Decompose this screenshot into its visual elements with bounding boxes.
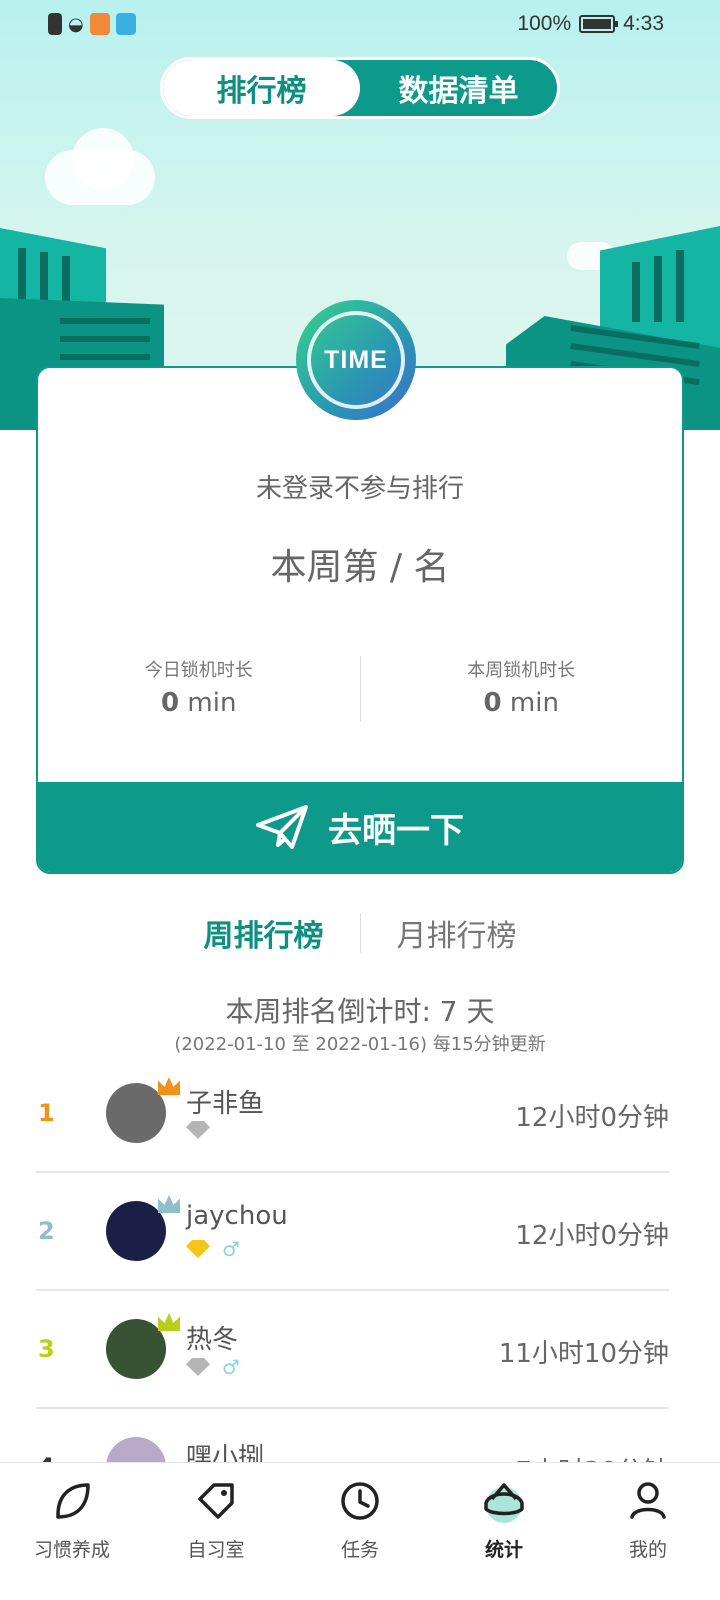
tag-icon xyxy=(198,1483,234,1519)
clock-icon xyxy=(341,1482,379,1520)
tab-monthly-ranking[interactable]: 月排行榜 xyxy=(361,911,553,955)
diamond-icon xyxy=(186,1240,210,1258)
avatar[interactable] xyxy=(106,1083,166,1143)
username: 子非鱼 xyxy=(186,1089,265,1119)
status-bar: ◒ 100% 4:33 xyxy=(0,0,720,48)
tab-label: 自习室 xyxy=(187,1539,245,1561)
lock-duration: 11小时10分钟 xyxy=(498,1339,669,1369)
stats-icon xyxy=(484,1483,524,1523)
rank-number: 3 xyxy=(38,1335,55,1363)
user-badges: ♂ xyxy=(186,1121,210,1139)
wifi-icon: ◒ xyxy=(68,13,84,35)
tab-clock[interactable]: 任务 xyxy=(288,1463,432,1600)
tab-tag[interactable]: 自习室 xyxy=(144,1463,288,1600)
crown-icon xyxy=(158,1077,180,1095)
today-stat: 今日锁机时长 0 min xyxy=(38,656,360,722)
lock-duration: 12小时0分钟 xyxy=(515,1103,669,1133)
tab-label: 统计 xyxy=(484,1539,523,1561)
cloud-left-top xyxy=(72,128,134,190)
view-toggle: 排行榜 数据清单 xyxy=(160,57,560,119)
week-stat: 本周锁机时长 0 min xyxy=(361,656,683,722)
avatar[interactable] xyxy=(106,1319,166,1379)
leaderboard-row[interactable]: 3 热冬 ♂ 11小时10分钟 xyxy=(36,1291,669,1409)
battery-percent: 100% xyxy=(517,12,572,35)
health-app-icon xyxy=(89,13,110,35)
leaderboard-row[interactable]: 1 子非鱼 ♂ 12小时0分钟 xyxy=(36,1055,669,1173)
clock-time: 4:33 xyxy=(623,12,664,35)
tab-leaf[interactable]: 习惯养成 xyxy=(0,1463,144,1600)
diamond-icon xyxy=(186,1121,210,1139)
lock-duration: 12小时0分钟 xyxy=(515,1221,669,1251)
logo-text: TIME xyxy=(324,345,388,374)
bottom-tab-bar: 习惯养成 自习室 任务 统计 我的 xyxy=(0,1462,720,1600)
share-label: 去晒一下 xyxy=(328,810,464,851)
week-value: 0 xyxy=(483,688,502,718)
today-value: 0 xyxy=(161,688,180,718)
leaderboard-list: 1 子非鱼 ♂ 12小时0分钟 2 jaychou ♂ 12小时0分钟 3 热冬… xyxy=(36,1055,669,1527)
male-icon: ♂ xyxy=(222,1355,240,1379)
today-label: 今日锁机时长 xyxy=(144,660,253,681)
battery-icon xyxy=(579,15,619,33)
book-app-icon xyxy=(115,13,136,35)
leaderboard-row[interactable]: 2 jaychou ♂ 12小时0分钟 xyxy=(36,1173,669,1291)
user-icon xyxy=(630,1482,666,1519)
tab-user[interactable]: 我的 xyxy=(576,1463,720,1600)
username: jaychou xyxy=(186,1201,288,1231)
rank-number: 2 xyxy=(38,1217,55,1245)
alert-icon xyxy=(48,13,62,35)
week-label: 本周锁机时长 xyxy=(467,660,576,681)
male-icon: ♂ xyxy=(222,1237,240,1261)
toggle-data-list[interactable]: 数据清单 xyxy=(360,60,557,116)
crown-icon xyxy=(158,1195,180,1213)
username: 热冬 xyxy=(186,1325,239,1355)
status-icons: ◒ xyxy=(48,13,136,35)
user-badges: ♂ xyxy=(186,1239,240,1259)
leaf-icon xyxy=(56,1483,90,1519)
tab-stats[interactable]: 统计 xyxy=(432,1463,576,1600)
avatar[interactable] xyxy=(106,1201,166,1261)
rank-number: 1 xyxy=(38,1099,55,1127)
user-badges: ♂ xyxy=(186,1357,240,1377)
period-text: (2022-01-10 至 2022-01-16) 每15分钟更新 xyxy=(174,1034,546,1055)
lock-stats: 今日锁机时长 0 min 本周锁机时长 0 min xyxy=(38,656,682,722)
countdown-text: 本周排名倒计时: 7 天 xyxy=(225,995,495,1028)
paper-plane-icon xyxy=(256,805,308,849)
today-unit: min xyxy=(187,688,237,718)
tab-label: 我的 xyxy=(628,1539,667,1561)
ranking-tabs: 周排行榜 月排行榜 xyxy=(0,908,720,958)
share-button[interactable]: 去晒一下 xyxy=(38,782,682,872)
week-unit: min xyxy=(509,688,559,718)
weekly-rank: 本周第 / 名 xyxy=(270,547,450,588)
tab-weekly-ranking[interactable]: 周排行榜 xyxy=(168,911,360,955)
time-logo: TIME xyxy=(296,300,416,420)
login-note: 未登录不参与排行 xyxy=(255,474,464,504)
rank-card: 未登录不参与排行 本周第 / 名 今日锁机时长 0 min 本周锁机时长 0 m… xyxy=(36,366,684,874)
tab-label: 习惯养成 xyxy=(33,1539,110,1561)
tab-label: 任务 xyxy=(340,1539,379,1561)
crown-icon xyxy=(158,1313,180,1331)
diamond-icon xyxy=(186,1358,210,1376)
toggle-leaderboard[interactable]: 排行榜 xyxy=(163,60,360,116)
